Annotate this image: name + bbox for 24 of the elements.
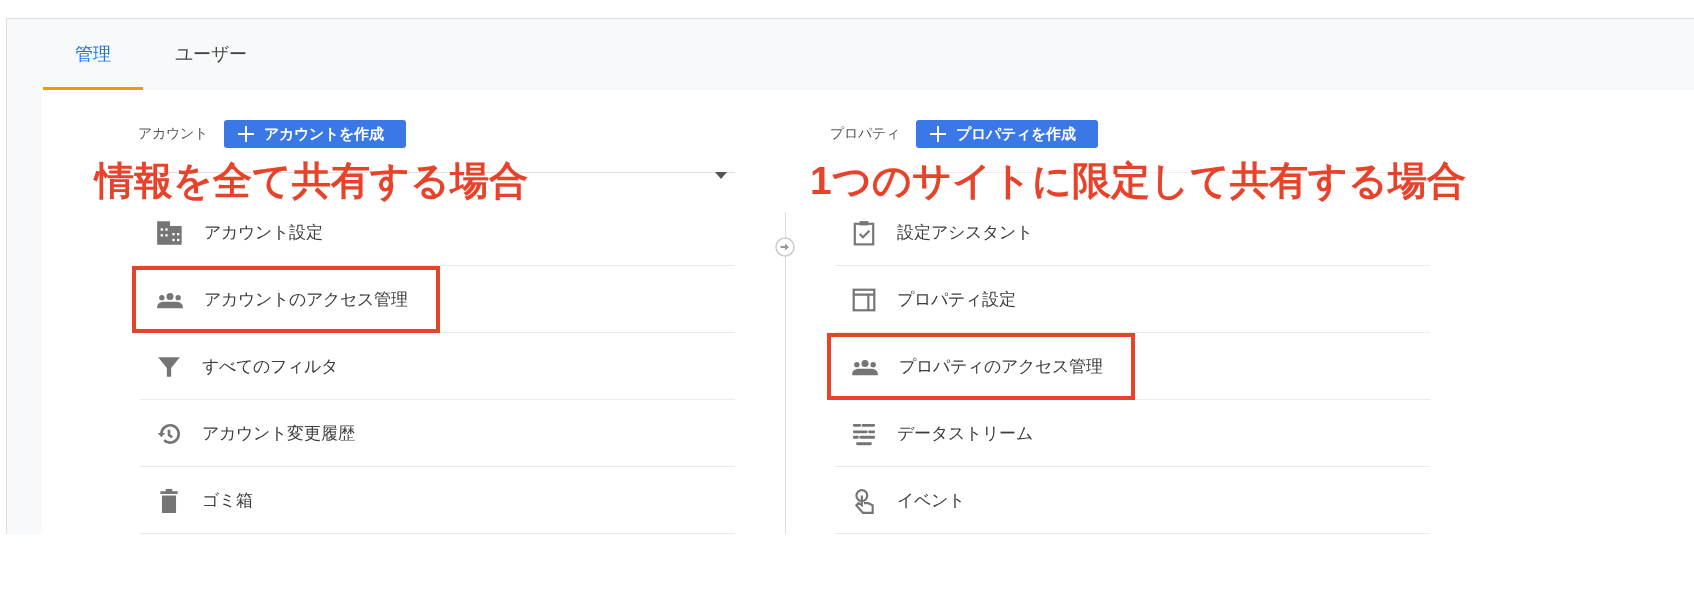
plus-icon [238,126,254,142]
create-button[interactable]: プロパティを作成 [916,120,1098,148]
clipboard-check-icon [851,219,877,246]
menu-item[interactable]: すべてのフィルタ [202,355,338,378]
annotation-text: 1つのサイトに限定して共有する場合 [810,158,1466,204]
plus-icon [930,126,946,142]
menu-item[interactable]: データストリーム [897,422,1033,445]
menu-item[interactable]: アカウントのアクセス管理 [204,288,408,311]
annotation-text: 情報を全て共有する場合 [95,158,528,204]
menu-item[interactable]: プロパティ設定 [897,288,1016,311]
tab[interactable]: ユーザー [143,21,279,90]
dropdown-caret-icon[interactable] [715,172,727,179]
section-title: プロパティ [830,125,900,143]
building-icon [156,218,184,247]
menu-item[interactable]: イベント [897,489,965,512]
arrow-circle-icon[interactable] [775,237,795,257]
create-button[interactable]: アカウントを作成 [224,120,406,148]
menu-item[interactable]: ゴミ箱 [202,489,253,512]
menu-item[interactable]: プロパティのアクセス管理 [899,355,1103,378]
menu-item[interactable]: アカウント変更履歴 [202,422,355,445]
section-title: アカウント [138,125,208,143]
menu-item[interactable]: 設定アシスタント [897,221,1033,244]
menu-item[interactable]: アカウント設定 [204,221,323,244]
layout-icon [851,286,877,313]
